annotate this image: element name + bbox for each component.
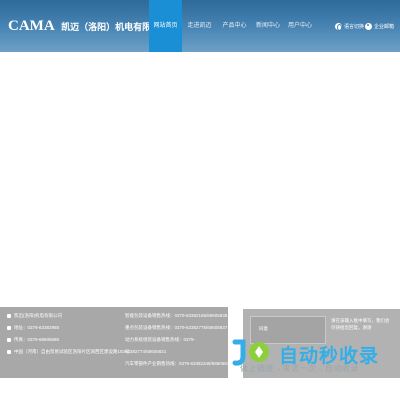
- sales-line: 汽车零部件产业销售热线：0379-63382348/68605830: [125, 361, 232, 366]
- footer-address: 地址：0379-63382988: [7, 323, 59, 332]
- brand-logo[interactable]: CAMA 凯迈（洛阳）机电有限公司: [8, 17, 169, 35]
- nav-item-home[interactable]: 网站首页: [149, 0, 182, 52]
- user-icon: [364, 23, 372, 31]
- site-footer: 凯迈(洛阳)机电有限公司 地址：0379-63382988 传真：0379-68…: [0, 307, 232, 378]
- sales-line: 63382774/68605821: [125, 349, 167, 354]
- language-label: 语言切换: [343, 24, 364, 30]
- nav-item-products[interactable]: 产品中心: [217, 0, 252, 52]
- watermark-subtitle: 做上链接→来访一次→自动收录: [240, 364, 359, 373]
- watermark-logo-icon: [232, 339, 269, 366]
- footer-address-text: 地址：0379-63382988: [14, 325, 60, 330]
- brand-name-en: CAMA: [8, 18, 55, 34]
- nav-item-about[interactable]: 走进凯迈: [182, 0, 217, 52]
- site-header: CAMA 凯迈（洛阳）机电有限公司 网站首页 走进凯迈 产品中心 新闻中心 用户…: [0, 0, 400, 52]
- agree-label: 同意: [259, 326, 268, 331]
- footer-postal: 中国（河南）自由贸易试验区洛阳片区涧西区建设路192号: [7, 347, 130, 356]
- mail-link[interactable]: 企业邮箱: [364, 22, 394, 32]
- sales-line: 重点包装设备销售热线：0379-63382775/68605837: [125, 325, 228, 330]
- nav-item-news[interactable]: 新闻中心: [252, 0, 284, 52]
- location-icon: [7, 325, 11, 330]
- globe-icon: [334, 23, 342, 32]
- fax-icon: [7, 337, 11, 342]
- message-note: 请在该输入框中填写，我们会尽快给您回复。谢谢: [331, 318, 390, 330]
- map-icon: [7, 349, 11, 354]
- sales-line: 动力系统组装设备销售热线：0379-: [125, 337, 196, 342]
- sales-line: 智能包装设备销售热线：0379-63382165/68605838: [125, 313, 228, 318]
- footer-fax-text: 传真：0379-68605688: [14, 337, 60, 342]
- language-switch[interactable]: 语言切换: [334, 22, 364, 32]
- footer-fax: 传真：0379-68605688: [7, 335, 59, 344]
- nav-item-user[interactable]: 用户中心: [284, 0, 316, 52]
- mail-label: 企业邮箱: [373, 24, 394, 30]
- footer-postal-text: 中国（河南）自由贸易试验区洛阳片区涧西区建设路192号: [14, 349, 130, 354]
- footer-company-text: 凯迈(洛阳)机电有限公司: [14, 313, 62, 318]
- bullet-icon: [7, 313, 11, 318]
- footer-company: 凯迈(洛阳)机电有限公司: [7, 311, 62, 320]
